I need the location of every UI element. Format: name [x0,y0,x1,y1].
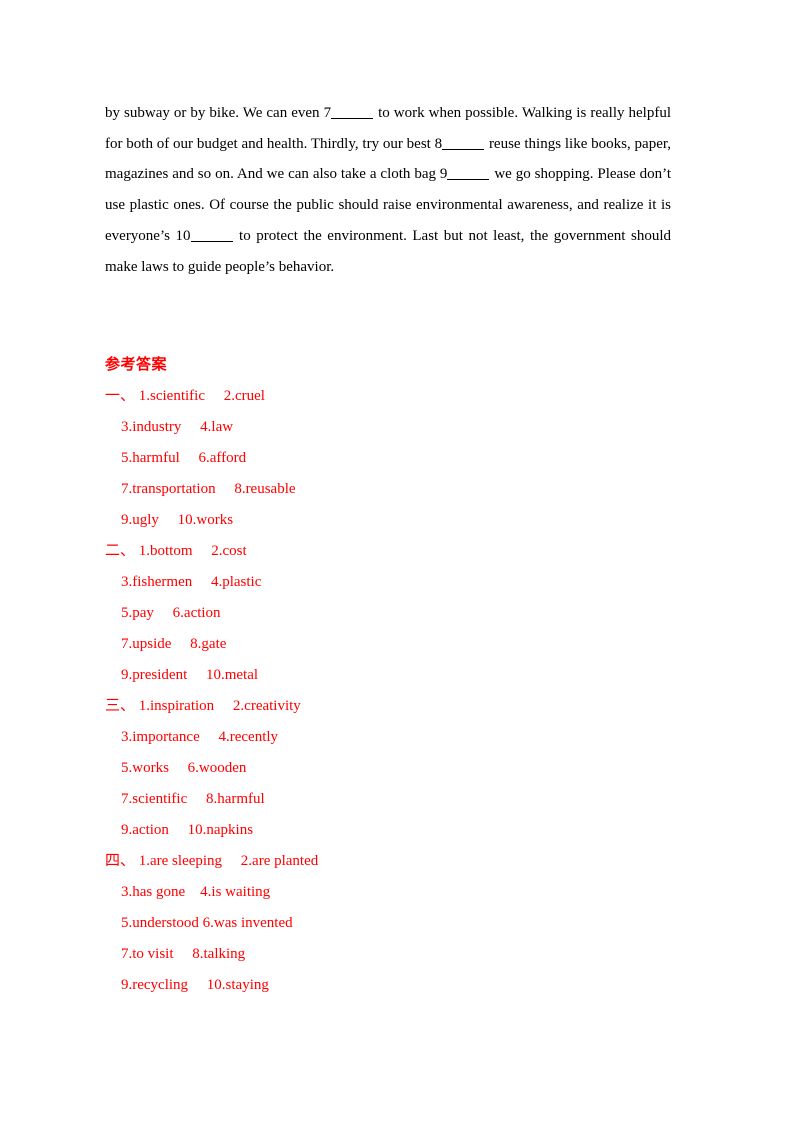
answer-line: 9.action 10.napkins [121,821,254,838]
answer-section-header-line: 四、 1.are sleeping 2.are planted [105,852,319,869]
answer-line: 9.president 10.metal [121,666,259,683]
answer-section-header-line: 一、 1.scientific 2.cruel [105,387,265,404]
answer-section-header-line: 二、 1.bottom 2.cost [105,542,247,559]
answer-line: 7.scientific 8.harmful [121,790,265,807]
answer-line: 3.industry 4.law [121,418,234,435]
fill-in-blank [190,240,233,242]
document-page: by subway or by bike. We can even 7 to w… [0,0,794,1123]
passage-text: by subway or by bike. We can even 7 to w… [105,98,671,282]
answer-line: 9.ugly 10.works [121,511,234,528]
fill-in-blank [447,179,490,181]
answer-line: 3.importance 4.recently [121,728,279,745]
answer-section: 二、 1.bottom 2.cost 3.fishermen 4.plastic 5… [105,536,705,691]
fill-in-blank [442,148,485,150]
answer-section-header-line: 三、 1.inspiration 2.creativity [105,697,301,714]
answer-line: 5.works 6.wooden [121,759,247,776]
answer-line: 3.fishermen 4.plastic [121,573,262,590]
answer-line: 7.upside 8.gate [121,635,227,652]
answer-line: 5.pay 6.action [121,604,221,621]
answer-key-title: 参考答案 [105,357,168,373]
answer-section: 四、 1.are sleeping 2.are planted 3.has gon… [105,846,705,1001]
answer-line: 7.to visit 8.talking [121,945,246,962]
answer-section: 三、 1.inspiration 2.creativity 3.importanc… [105,691,705,846]
answer-section: 一、 1.scientific 2.cruel 3.industry 4.law 5… [105,381,705,536]
answer-line: 3.has gone 4.is waiting [121,883,271,900]
answer-key-section: 参考答案 一、 1.scientific 2.cruel 3.industry 4… [105,350,705,1001]
answer-line: 7.transportation 8.reusable [121,480,296,497]
passage-paragraph: by subway or by bike. We can even 7 to w… [105,105,672,275]
answer-sections: 一、 1.scientific 2.cruel 3.industry 4.law 5… [105,381,705,1001]
answer-line: 5.harmful 6.afford [121,449,247,466]
answer-line: 9.recycling 10.staying [121,976,269,993]
fill-in-blank [331,118,374,119]
answer-line: 5.understood 6.was invented [121,914,293,931]
